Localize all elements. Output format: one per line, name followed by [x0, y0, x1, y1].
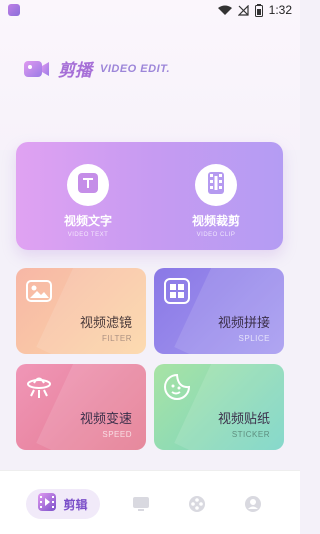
card-label: 视频滤镜 — [79, 316, 132, 331]
splice-icon — [164, 278, 190, 304]
film-reel-icon[interactable] — [188, 495, 206, 513]
screen-icon[interactable] — [132, 495, 150, 513]
card-label: 视频拼接 — [217, 316, 270, 331]
card-sub: SPLICE — [238, 334, 270, 343]
video-sticker-card[interactable]: 视频贴纸 STICKER — [154, 364, 284, 450]
bottom-nav: 剪辑 — [0, 470, 300, 534]
hero-circle — [195, 164, 237, 206]
hero-card: 视频文字 VIDEO TEXT 视频裁剪 VIDEO CLIP — [16, 142, 283, 250]
clip-icon — [38, 493, 57, 515]
status-bar: 1:32 — [0, 0, 300, 22]
no-signal-icon — [237, 4, 249, 16]
status-right: 1:32 — [217, 3, 292, 17]
nav-tab-clip[interactable]: 剪辑 — [26, 489, 100, 519]
video-text-button[interactable]: 视频文字 VIDEO TEXT — [38, 164, 138, 238]
brand-name: 剪播 — [58, 61, 92, 81]
hero-circle — [67, 164, 109, 206]
card-label: 视频变速 — [79, 412, 132, 427]
card-sub: FILTER — [102, 334, 132, 343]
film-clip-icon — [206, 172, 226, 198]
sticker-icon — [164, 373, 191, 400]
video-filter-card[interactable]: 视频滤镜 FILTER — [16, 268, 146, 354]
nav-tab-clip-label: 剪辑 — [63, 497, 88, 512]
image-icon — [26, 278, 52, 304]
card-sub: SPEED — [102, 430, 132, 439]
wifi-icon — [217, 5, 232, 16]
video-clip-button[interactable]: 视频裁剪 VIDEO CLIP — [166, 164, 266, 238]
video-speed-card[interactable]: 视频变速 SPEED — [16, 364, 146, 450]
profile-icon[interactable] — [244, 495, 262, 513]
brand-header: 剪播 VIDEO EDIT. — [24, 56, 170, 81]
card-sub: STICKER — [231, 430, 270, 439]
hero-sub: VIDEO TEXT — [67, 232, 109, 238]
ufo-icon — [26, 374, 52, 400]
brand-subtitle: VIDEO EDIT. — [100, 62, 171, 75]
app-notification-icon — [8, 4, 20, 16]
card-label: 视频贴纸 — [217, 412, 270, 427]
hero-sub: VIDEO CLIP — [196, 232, 236, 238]
battery-icon — [254, 3, 263, 17]
hero-label: 视频裁剪 — [191, 214, 240, 228]
video-camera-logo-icon — [24, 58, 50, 80]
text-icon — [78, 173, 98, 197]
status-time: 1:32 — [268, 3, 292, 17]
video-splice-card[interactable]: 视频拼接 SPLICE — [154, 268, 284, 354]
hero-label: 视频文字 — [63, 214, 112, 228]
